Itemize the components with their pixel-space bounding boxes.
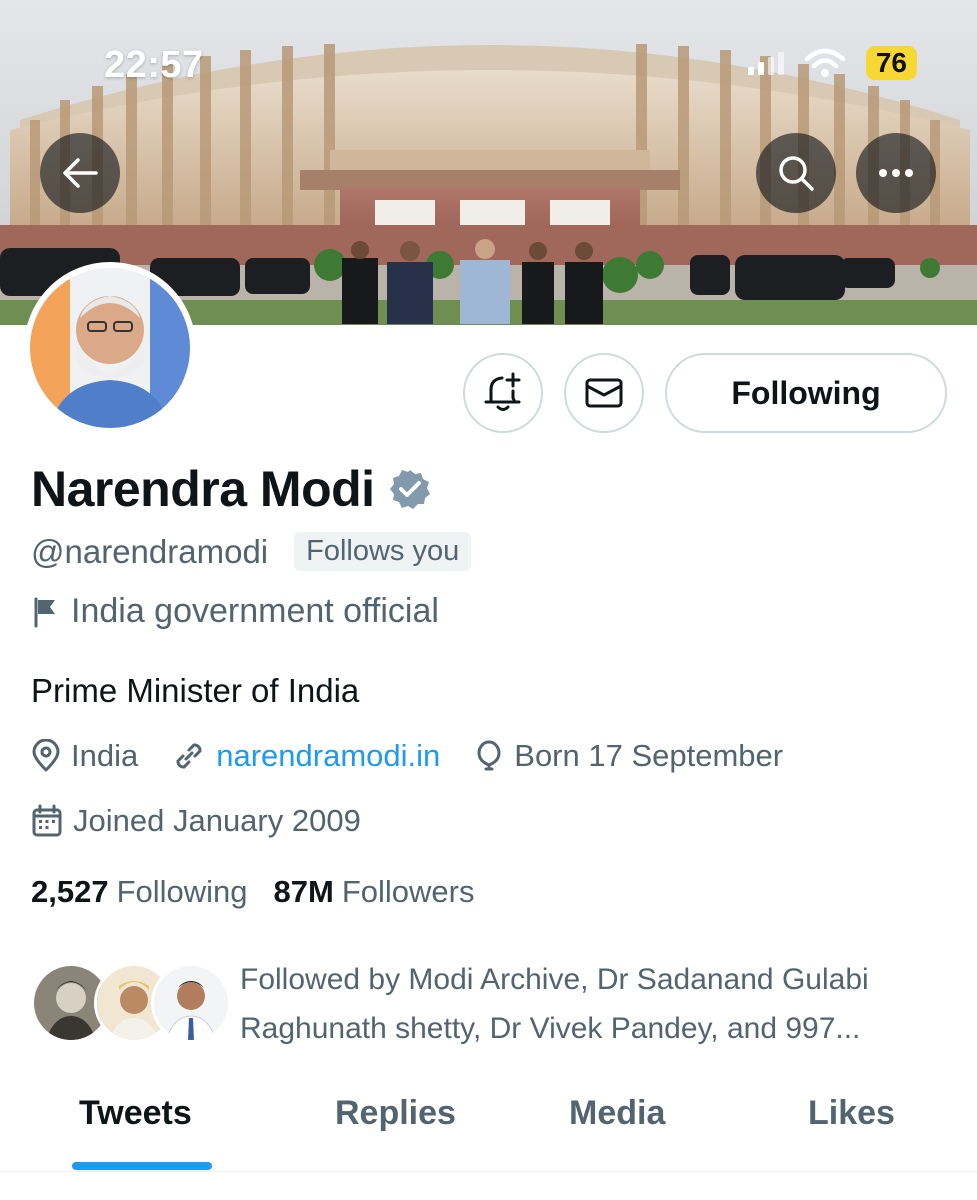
followed-by-text: Followed by Modi Archive, Dr Sadanand Gu…	[240, 955, 946, 1053]
profile-bio: Prime Minister of India	[31, 672, 360, 709]
joined-item: Joined January 2009	[31, 803, 361, 839]
followers-count: 87M	[273, 874, 334, 909]
affiliation-label[interactable]: India government official	[31, 592, 439, 631]
more-dots-icon	[879, 169, 913, 177]
status-time: 22:57	[104, 44, 204, 86]
search-button[interactable]	[756, 133, 836, 213]
cellular-signal-icon	[747, 52, 784, 75]
status-icons: 76	[747, 46, 917, 80]
location-text: India	[71, 738, 139, 773]
followers-count-label: Followers	[341, 874, 475, 909]
battery-indicator: 76	[865, 46, 917, 80]
profile-meta-row-joined: Joined January 2009	[31, 803, 395, 839]
envelope-icon	[585, 378, 623, 408]
profile-avatar[interactable]	[24, 262, 196, 434]
birthday-item: Born 17 September	[474, 738, 783, 774]
follows-you-badge: Follows you	[294, 532, 472, 571]
bell-plus-icon	[484, 372, 521, 411]
follower-avatar	[151, 963, 231, 1043]
avatar-photo	[30, 268, 190, 428]
link-icon	[176, 743, 202, 769]
affiliation-text: India government official	[71, 592, 439, 630]
followers-count-link[interactable]: 87M Followers	[274, 874, 475, 910]
tab-media[interactable]: Media	[569, 1094, 665, 1133]
search-icon	[779, 156, 814, 191]
tab-likes[interactable]: Likes	[808, 1094, 895, 1133]
active-tab-indicator	[72, 1162, 212, 1170]
back-button[interactable]	[40, 133, 120, 213]
calendar-icon	[32, 804, 62, 837]
notifications-button[interactable]	[463, 353, 543, 433]
status-bar: 22:57 76	[0, 0, 977, 110]
handle-row: @narendramodi Follows you	[31, 532, 472, 571]
location-pin-icon	[32, 739, 60, 772]
followed-by-line-1: Followed by Modi Archive, Dr Sadanand Gu…	[240, 963, 869, 996]
website-link[interactable]: narendramodi.in	[216, 738, 440, 774]
location-item: India	[31, 738, 138, 774]
user-handle: @narendramodi	[31, 532, 269, 570]
tab-replies[interactable]: Replies	[335, 1094, 456, 1133]
profile-tabs: Tweets Replies Media Likes	[0, 1080, 977, 1172]
joined-text: Joined January 2009	[73, 803, 361, 838]
followed-by-line-2: Raghunath shetty, Dr Vivek Pandey, and 9…	[240, 1012, 861, 1045]
display-name: Narendra Modi	[31, 461, 375, 517]
profile-meta-row: India narendramodi.in Born 17 September	[31, 738, 817, 774]
website-item[interactable]: narendramodi.in	[172, 738, 440, 774]
follow-counts: 2,527 Following 87M Followers	[31, 874, 501, 910]
following-count: 2,527	[31, 874, 109, 909]
following-count-link[interactable]: 2,527 Following	[31, 874, 248, 910]
balloon-icon	[477, 740, 501, 771]
more-options-button[interactable]	[856, 133, 936, 213]
following-count-label: Following	[116, 874, 248, 909]
message-button[interactable]	[564, 353, 644, 433]
tab-tweets[interactable]: Tweets	[79, 1094, 192, 1133]
following-button[interactable]: Following	[665, 353, 947, 433]
wifi-icon	[804, 48, 846, 77]
back-arrow-icon	[63, 158, 98, 188]
flag-icon	[34, 597, 55, 627]
birthday-text: Born 17 September	[514, 738, 784, 773]
name-row: Narendra Modi	[31, 460, 431, 518]
verified-badge-icon[interactable]	[389, 468, 431, 510]
followed-by-section[interactable]: Followed by Modi Archive, Dr Sadanand Gu…	[31, 955, 946, 1045]
